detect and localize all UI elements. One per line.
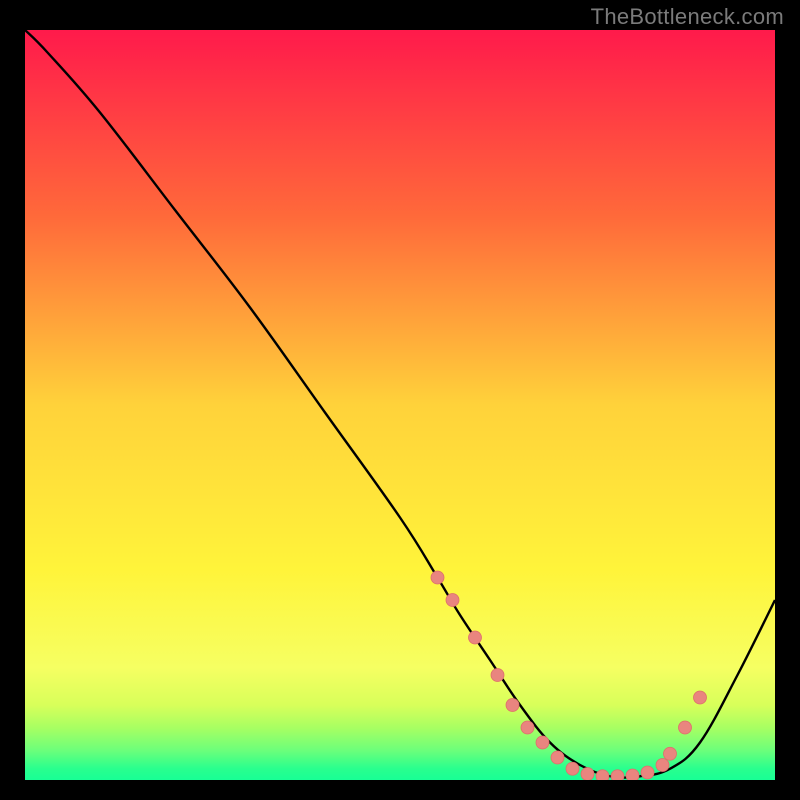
plot-area [25,30,775,780]
curve-marker [679,721,692,734]
curve-marker [506,699,519,712]
chart-svg [25,30,775,780]
gradient-background [25,30,775,780]
watermark-label: TheBottleneck.com [591,4,784,30]
curve-marker [581,768,594,781]
curve-marker [521,721,534,734]
curve-marker [566,762,579,775]
curve-marker [431,571,444,584]
chart-stage: TheBottleneck.com [0,0,800,800]
curve-marker [469,631,482,644]
curve-marker [611,770,624,780]
curve-marker [551,751,564,764]
curve-marker [596,770,609,780]
curve-marker [491,669,504,682]
curve-marker [536,736,549,749]
curve-marker [656,759,669,772]
curve-marker [664,747,677,760]
curve-marker [641,766,654,779]
curve-marker [694,691,707,704]
curve-marker [446,594,459,607]
curve-marker [626,769,639,780]
